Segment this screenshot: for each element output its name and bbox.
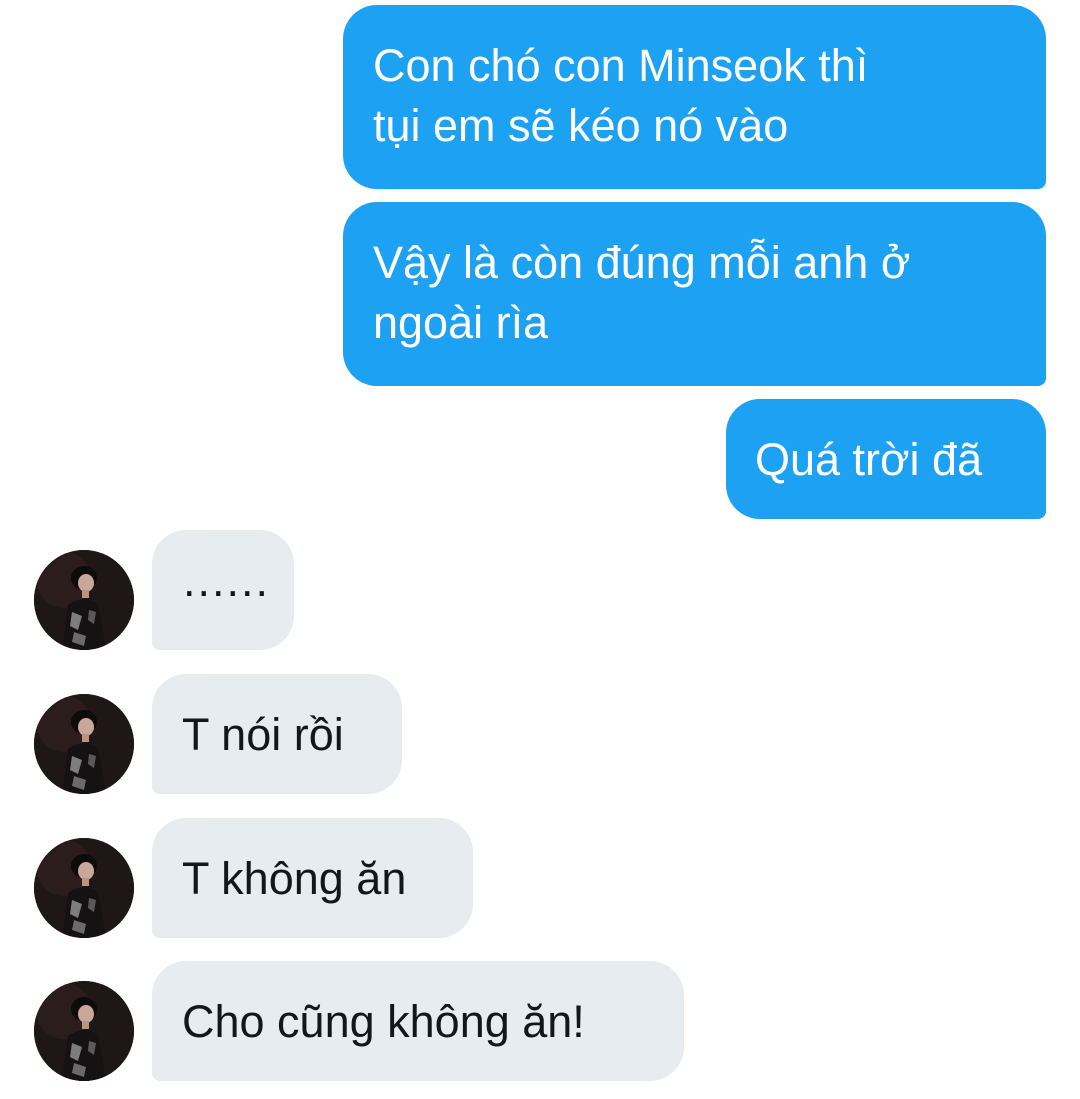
- sent-message-line: Quá trời đã: [755, 434, 983, 485]
- user-avatar-icon: [34, 981, 134, 1081]
- received-message[interactable]: T không ăn: [152, 818, 473, 938]
- received-message[interactable]: T nói rồi: [152, 674, 402, 794]
- sent-message[interactable]: Vậy là còn đúng mỗi anh ở ngoài rìa: [343, 202, 1046, 386]
- received-message-text: ......: [183, 555, 271, 606]
- sent-message-line: ngoài rìa: [373, 297, 549, 348]
- sender-avatar[interactable]: [34, 550, 134, 650]
- user-avatar-icon: [34, 838, 134, 938]
- sent-message-line: tụi em sẽ kéo nó vào: [373, 100, 789, 151]
- sent-message-line: Vậy là còn đúng mỗi anh ở: [373, 237, 911, 288]
- received-message-text: T không ăn: [182, 853, 407, 904]
- received-message[interactable]: ......: [152, 530, 294, 650]
- chat-screen: { "conversation": { "sent": [ {"lines": …: [0, 0, 1080, 1099]
- sent-message[interactable]: Quá trời đã: [726, 399, 1046, 519]
- received-message-text: T nói rồi: [182, 709, 344, 760]
- user-avatar-icon: [34, 550, 134, 650]
- received-message-text: Cho cũng không ăn!: [182, 996, 585, 1047]
- received-message[interactable]: Cho cũng không ăn!: [152, 961, 684, 1081]
- user-avatar-icon: [34, 694, 134, 794]
- sent-message-line: Con chó con Minseok thì: [373, 40, 869, 91]
- sender-avatar[interactable]: [34, 694, 134, 794]
- sent-message[interactable]: Con chó con Minseok thì tụi em sẽ kéo nó…: [343, 5, 1046, 189]
- sender-avatar[interactable]: [34, 838, 134, 938]
- sender-avatar[interactable]: [34, 981, 134, 1081]
